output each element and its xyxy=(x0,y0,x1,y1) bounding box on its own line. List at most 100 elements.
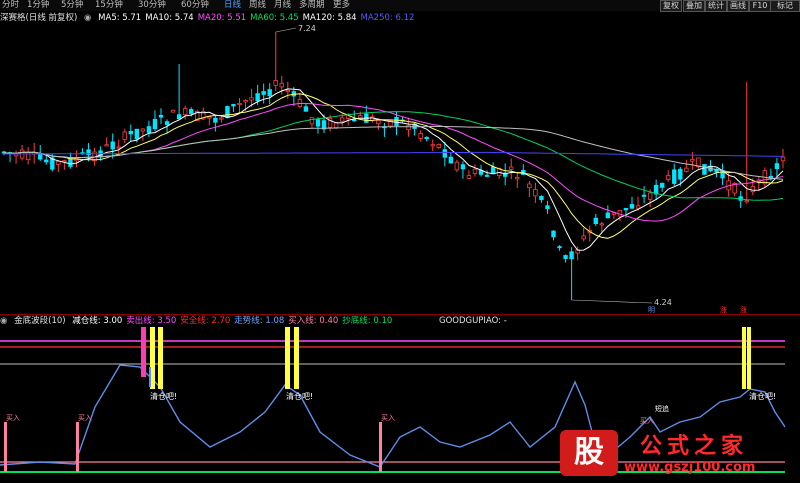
candle-body xyxy=(672,169,677,184)
candle-body xyxy=(219,117,224,120)
period-tab-4[interactable]: 30分钟 xyxy=(138,0,166,11)
buy-text-1: 买入 xyxy=(78,414,92,422)
candle-body xyxy=(418,133,423,139)
candle-body xyxy=(641,194,647,197)
candle-body xyxy=(176,114,182,120)
candle-body xyxy=(225,106,230,119)
candle-body xyxy=(164,121,170,125)
ma60-line xyxy=(3,111,784,201)
toolbar-button-3[interactable]: 画线 xyxy=(727,0,749,12)
candle-body xyxy=(629,204,635,209)
sub-inds-item-4: 买入线: 0.40 xyxy=(288,316,339,326)
main-inds-item-0: MA5: 5.71 xyxy=(98,13,142,23)
candles xyxy=(1,32,786,300)
main-indicator-bar: 深赛格(日线 前复权) ◉ MA5: 5.71 MA10: 5.74 MA20: 5… xyxy=(0,12,418,24)
candle-body xyxy=(460,164,466,170)
candle-body xyxy=(285,90,291,93)
low-price-label: 4.24 xyxy=(654,298,672,307)
candle-body xyxy=(472,168,478,174)
toolbar-button-5[interactable]: 标记 xyxy=(770,0,800,12)
sub-inds-item-0: 减仓线: 3.00 xyxy=(72,316,123,326)
candle-body xyxy=(140,128,146,132)
ma5-line xyxy=(3,88,784,251)
period-tab-2[interactable]: 5分钟 xyxy=(61,0,83,11)
candle-body xyxy=(647,192,653,200)
main-inds-item-1: MA10: 5.74 xyxy=(145,13,194,23)
watermark-title: 公式之家 xyxy=(640,434,749,459)
sell-text-1: 清仓吧! xyxy=(150,391,177,401)
period-tab-10[interactable]: 更多 xyxy=(333,0,350,11)
sub-inds-item-1: 卖出线: 3.50 xyxy=(126,316,177,326)
sell-signal-bar-5 xyxy=(747,327,751,389)
period-tab-1[interactable]: 1分钟 xyxy=(27,0,49,11)
candle-body xyxy=(376,120,381,125)
buy-text-3: 买入 xyxy=(640,417,654,425)
candle-body xyxy=(303,106,309,112)
red-marker-1: 涨 xyxy=(720,305,727,314)
watermark-url: www.gszj100.com xyxy=(624,460,756,475)
candle-body xyxy=(122,131,127,140)
period-tab-5[interactable]: 60分钟 xyxy=(181,0,209,11)
candle-body xyxy=(279,82,284,88)
candle-body xyxy=(56,160,61,165)
toolbar-button-2[interactable]: 统计 xyxy=(705,0,727,12)
candle-body xyxy=(533,189,538,197)
candle-body xyxy=(545,205,550,209)
period-tab-9[interactable]: 多周期 xyxy=(299,0,325,11)
sell-signal-bar-3 xyxy=(294,327,299,389)
candle-body xyxy=(261,91,266,95)
candle-body xyxy=(358,115,363,119)
candle-body xyxy=(339,117,345,122)
candle-body xyxy=(539,196,544,201)
period-tab-7[interactable]: 周线 xyxy=(249,0,266,11)
candle-body xyxy=(182,108,188,116)
ming-marker: 明 xyxy=(648,306,655,314)
candle-body xyxy=(490,166,496,175)
warn-text: 短追 xyxy=(655,404,669,413)
candle-body xyxy=(315,119,321,127)
sub-indicator-list: 减仓线: 3.00 卖出线: 3.50 安全线: 2.70 走势线: 1.08 买入线:… xyxy=(72,316,396,326)
sell-text-3: 清仓吧! xyxy=(749,391,776,401)
info-dot-icon: ◉ xyxy=(84,13,92,23)
ma20-line xyxy=(3,102,784,222)
candle-body xyxy=(44,159,49,163)
candlestick-chart[interactable]: 7.24 4.24明 涨 涨 xyxy=(0,24,800,314)
sub-extra: GOODGUPIAO: - xyxy=(438,316,507,326)
sub-inds-item-2: 安全线: 2.70 xyxy=(180,316,231,326)
candle-body xyxy=(333,122,339,128)
pink-signal-bar xyxy=(141,327,146,377)
candle-body xyxy=(255,93,260,102)
candle-body xyxy=(690,159,695,162)
candle-body xyxy=(635,205,641,209)
toolbar-button-1[interactable]: 叠加 xyxy=(683,0,705,12)
candle-body xyxy=(110,141,115,150)
candle-body xyxy=(659,182,665,188)
buy-signal-bar-0 xyxy=(4,422,7,472)
sub-settings-icon: ◉ xyxy=(0,316,8,326)
toolbar-button-4[interactable]: F10 xyxy=(749,0,771,12)
candle-body xyxy=(406,125,411,131)
main-inds-item-3: MA60: 5.45 xyxy=(250,13,299,23)
candle-body xyxy=(684,167,689,172)
toolbar-button-0[interactable]: 复权 xyxy=(660,0,682,12)
period-tab-8[interactable]: 月线 xyxy=(274,0,291,11)
high-price-label: 7.24 xyxy=(298,24,316,33)
candle-body xyxy=(569,251,574,260)
candle-body xyxy=(605,212,611,219)
site-watermark: 股 公式之家 www.gszj100.com xyxy=(560,428,796,480)
period-tab-0[interactable]: 分时 xyxy=(2,0,19,11)
candle-body xyxy=(188,109,194,114)
candle-body xyxy=(557,246,562,249)
candle-body xyxy=(593,217,598,225)
candle-body xyxy=(134,128,140,140)
candle-body xyxy=(237,102,242,105)
candle-body xyxy=(207,116,212,119)
stock-title: 深赛格(日线 前复权) xyxy=(0,13,78,23)
candle-body xyxy=(430,144,435,147)
candle-body xyxy=(146,126,152,133)
candle-body xyxy=(744,200,749,203)
period-tab-6[interactable]: 日线 xyxy=(224,0,241,11)
period-tab-3[interactable]: 15分钟 xyxy=(95,0,123,11)
candle-body xyxy=(352,119,357,122)
buy-signal-bar-1 xyxy=(76,422,79,472)
